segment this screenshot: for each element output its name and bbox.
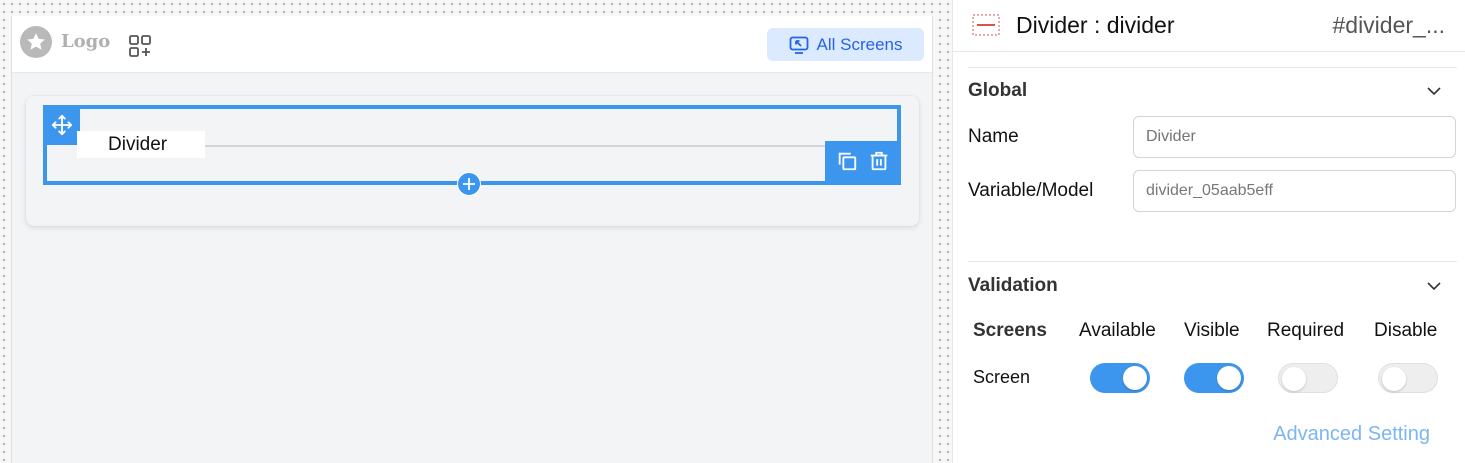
visible-toggle[interactable] [1184,363,1244,393]
advanced-setting-link[interactable]: Advanced Setting [1273,423,1430,446]
screen-preview: Logo All Screens Divider [11,16,933,463]
logo-text: Logo [61,31,111,52]
screen-icon [789,36,808,54]
apps-add-icon[interactable] [128,34,152,58]
all-screens-button[interactable]: All Screens [767,28,924,61]
star-icon [20,26,52,58]
toggle-knob [1282,367,1306,391]
toggle-knob [1217,366,1241,390]
chevron-down-icon[interactable] [1425,82,1443,100]
disable-toggle[interactable] [1378,363,1438,393]
variable-label: Variable/Model [968,180,1094,201]
col-screens: Screens [973,320,1047,341]
divider-label: Divider [77,131,205,158]
app-topbar: Logo All Screens [12,16,932,73]
section-divider [968,261,1457,262]
move-icon[interactable] [43,105,80,145]
col-available: Available [1079,320,1156,341]
col-required: Required [1267,320,1345,341]
variable-input[interactable] [1133,170,1456,212]
toggle-knob [1123,366,1147,390]
copy-icon[interactable] [836,150,858,177]
toggle-knob [1382,367,1406,391]
available-toggle[interactable] [1090,363,1150,393]
divider-component[interactable]: Divider [43,105,901,196]
validation-section-title[interactable]: Validation [968,275,1058,297]
trash-icon[interactable] [868,150,890,177]
global-section-title[interactable]: Global [968,80,1027,102]
panel-header: Divider : divider #divider_... [953,0,1465,52]
component-actions [825,141,901,185]
chevron-down-icon[interactable] [1425,277,1443,295]
section-divider [968,67,1457,68]
design-canvas: Logo All Screens Divider [0,0,952,463]
divider-component-icon [972,14,1000,36]
name-label: Name [968,126,1019,147]
plus-icon[interactable] [457,172,481,196]
required-toggle[interactable] [1278,363,1338,393]
col-disable: Disable [1374,320,1438,341]
row-label: Screen [973,367,1031,387]
col-visible: Visible [1184,320,1240,341]
properties-panel: Divider : divider #divider_... Global Na… [952,0,1465,463]
name-input[interactable] [1133,116,1456,158]
panel-title: Divider : divider [1016,12,1175,38]
form-card: Divider [26,96,919,226]
component-id: #divider_... [1332,12,1445,38]
all-screens-label: All Screens [816,34,903,54]
